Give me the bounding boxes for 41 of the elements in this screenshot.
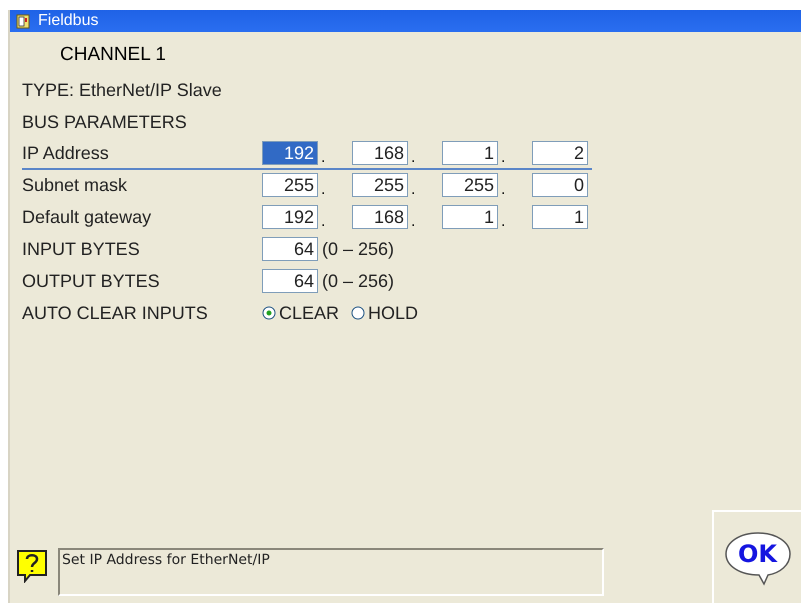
octet-separator: . (410, 150, 416, 168)
field-label: IP Address (22, 142, 110, 164)
octet-field[interactable]: 1 (442, 205, 498, 229)
help-text: Set IP Address for EtherNet/IP (58, 548, 604, 596)
range-hint: (0 – 256) (322, 270, 394, 292)
ok-button[interactable]: OK (724, 530, 792, 586)
octet-field[interactable]: 168 (352, 141, 408, 165)
octet-field[interactable]: 255 (352, 173, 408, 197)
radio-option[interactable]: HOLD (351, 302, 418, 324)
octet-separator: . (410, 182, 416, 200)
range-hint: (0 – 256) (322, 238, 394, 260)
octet-field[interactable]: 0 (532, 173, 588, 197)
octet-field[interactable]: 1 (442, 141, 498, 165)
section-heading: BUS PARAMETERS (22, 112, 187, 132)
octet-field[interactable]: 255 (442, 173, 498, 197)
octet-separator: . (320, 214, 326, 232)
octet-separator: . (410, 214, 416, 232)
octet-field[interactable]: 168 (352, 205, 408, 229)
octet-separator: . (500, 214, 506, 232)
octet-field[interactable]: 192 (262, 205, 318, 229)
octet-field[interactable]: 255 (262, 173, 318, 197)
octet-field[interactable]: 1 (532, 205, 588, 229)
octet-separator: . (320, 182, 326, 200)
window-icon (16, 14, 30, 28)
octet-separator: . (320, 150, 326, 168)
type-label: TYPE: EtherNet/IP Slave (22, 80, 222, 100)
field-label: Subnet mask (22, 174, 128, 196)
field-label: AUTO CLEAR INPUTS (22, 302, 209, 324)
octet-field[interactable]: 192 (262, 141, 318, 165)
field-label: OUTPUT BYTES (22, 270, 161, 292)
field-label: Default gateway (22, 206, 152, 228)
radio-option[interactable]: CLEAR (262, 302, 340, 324)
octet-field[interactable]: 2 (532, 141, 588, 165)
window-title: Fieldbus (38, 12, 98, 30)
bytes-field[interactable]: 64 (262, 269, 318, 293)
field-label: INPUT BYTES (22, 238, 141, 260)
octet-separator: . (500, 182, 506, 200)
bytes-field[interactable]: 64 (262, 237, 318, 261)
help-icon (16, 549, 48, 583)
channel-heading: CHANNEL 1 (60, 44, 167, 67)
octet-separator: . (500, 150, 506, 168)
